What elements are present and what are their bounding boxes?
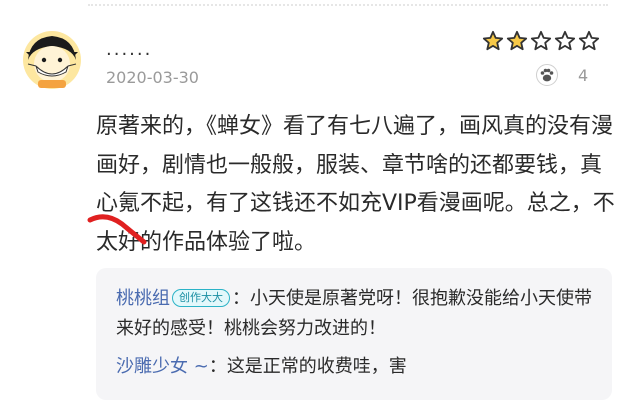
cartoon-girl-avatar-icon (23, 31, 81, 89)
reply-author[interactable]: 桃桃组 (116, 288, 170, 309)
rating-stars (482, 30, 600, 52)
reply-author[interactable]: 沙雕少女 ~ (116, 356, 209, 377)
star-outline-icon (578, 30, 600, 52)
reply-item[interactable]: 桃桃组 创作大大 ：小天使是原著党呀！很抱歉没能给小天使带来好的感受！桃桃会努力改进… (116, 284, 600, 344)
star-outline-icon (530, 30, 552, 52)
replies-panel: 桃桃组 创作大大 ：小天使是原著党呀！很抱歉没能给小天使带来好的感受！桃桃会努力改进… (96, 268, 612, 400)
reply-separator: ： (208, 356, 227, 377)
comment-body: 原著来的，《蝉女》看了有七八遍了，画风真的没有漫画好，剧情也一般般，服装、章节啥… (96, 114, 615, 255)
user-avatar[interactable] (22, 30, 82, 90)
paw-icon[interactable] (536, 64, 558, 86)
reply-item[interactable]: 沙雕少女 ~：这是正常的收费哇，害 (116, 352, 600, 382)
reply-separator: ： (232, 288, 250, 309)
creator-badge: 创作大大 (172, 289, 230, 307)
reply-text: 这是正常的收费哇，害 (226, 356, 407, 377)
like-count: 4 (578, 66, 589, 85)
top-divider (88, 4, 608, 6)
comment-username[interactable]: ...... (106, 40, 152, 60)
star-filled-icon (506, 30, 528, 52)
star-outline-icon (554, 30, 576, 52)
comment-date: 2020-03-30 (106, 68, 199, 87)
star-filled-icon (482, 30, 504, 52)
